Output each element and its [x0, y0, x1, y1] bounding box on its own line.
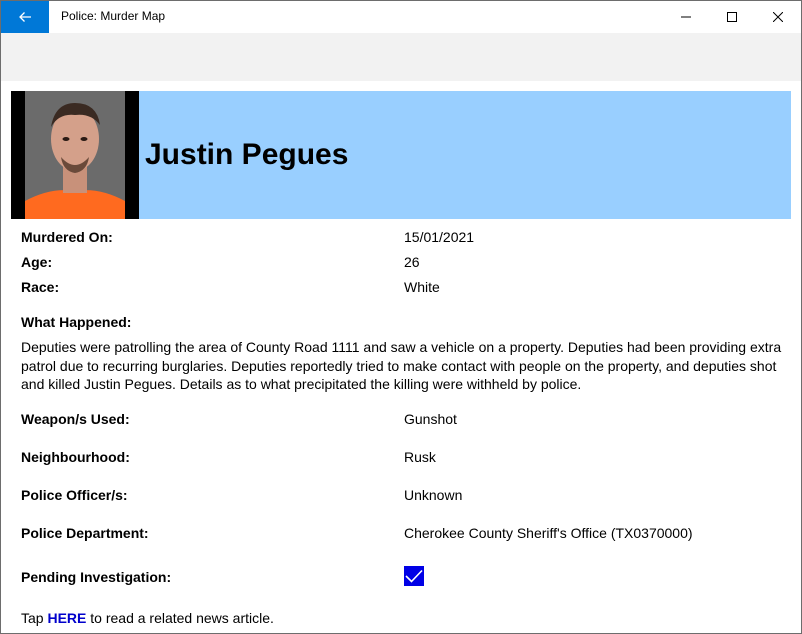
footer-prefix: Tap — [21, 610, 48, 626]
back-button[interactable] — [1, 1, 49, 33]
back-arrow-icon — [19, 12, 31, 22]
close-icon — [773, 12, 783, 22]
news-article-line: Tap HERE to read a related news article. — [21, 609, 274, 627]
close-button[interactable] — [755, 1, 801, 33]
age-value: 26 — [404, 254, 420, 270]
pending-investigation-checkbox[interactable] — [404, 566, 424, 586]
profile-header: Justin Pegues — [11, 91, 791, 219]
checkmark-icon — [405, 569, 423, 583]
person-name: Justin Pegues — [145, 138, 349, 171]
minimize-icon — [681, 16, 691, 18]
race-label: Race: — [21, 279, 60, 295]
maximize-button[interactable] — [709, 1, 755, 33]
weapon-label: Weapon/s Used: — [21, 411, 130, 427]
race-value: White — [404, 279, 440, 295]
minimize-button[interactable] — [663, 1, 709, 33]
murdered-on-value: 15/01/2021 — [404, 229, 475, 245]
police-department-value: Cherokee County Sheriff's Office (TX0370… — [404, 525, 693, 541]
portrait-image — [11, 91, 139, 219]
footer-suffix: to read a related news article. — [86, 610, 274, 626]
what-happened-label: What Happened: — [21, 314, 132, 330]
weapon-value: Gunshot — [404, 411, 457, 427]
window-title: Police: Murder Map — [61, 9, 166, 23]
police-officer-label: Police Officer/s: — [21, 487, 128, 503]
neighbourhood-value: Rusk — [404, 449, 436, 465]
command-bar — [1, 33, 801, 81]
title-bar: Police: Murder Map — [1, 1, 801, 33]
maximize-icon — [727, 12, 737, 22]
age-label: Age: — [21, 254, 53, 270]
person-photo — [11, 91, 139, 219]
police-department-label: Police Department: — [21, 525, 149, 541]
news-article-link[interactable]: HERE — [47, 610, 86, 626]
police-officer-value: Unknown — [404, 487, 463, 503]
neighbourhood-label: Neighbourhood: — [21, 449, 130, 465]
pending-investigation-label: Pending Investigation: — [21, 569, 172, 585]
murdered-on-label: Murdered On: — [21, 229, 113, 245]
what-happened-text: Deputies were patrolling the area of Cou… — [21, 339, 782, 392]
